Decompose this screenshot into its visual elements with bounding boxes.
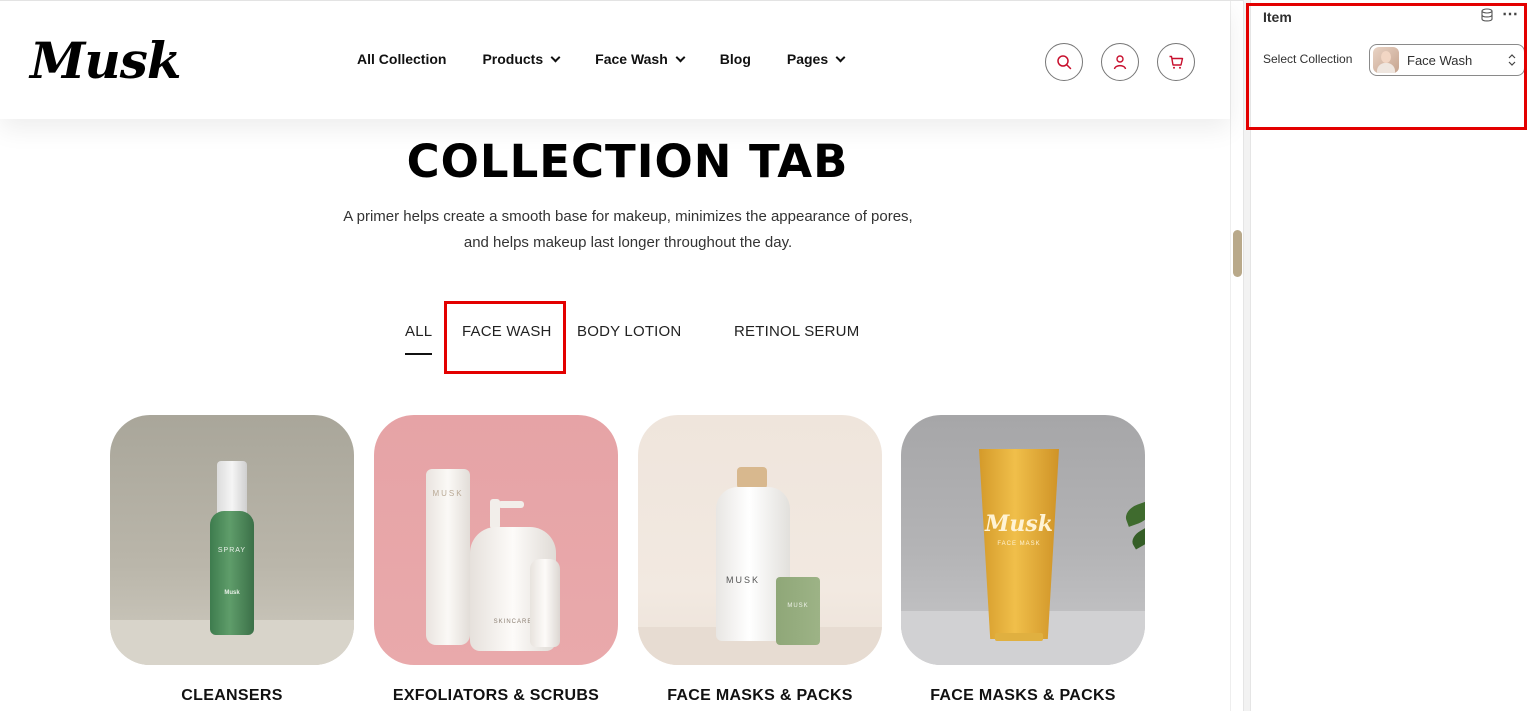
account-button[interactable]	[1101, 43, 1139, 81]
product-label: SPRAY	[217, 547, 247, 554]
nav-label: Products	[482, 51, 544, 67]
nav-item-face-wash[interactable]: Face Wash	[595, 51, 686, 67]
site-logo[interactable]: Musk	[30, 31, 181, 91]
database-icon[interactable]	[1480, 8, 1494, 22]
collection-title[interactable]: FACE MASKS & PACKS	[618, 687, 902, 705]
tab-all[interactable]: ALL	[405, 323, 433, 355]
main-nav: All Collection Products Face Wash Blog P…	[357, 51, 880, 67]
chevron-down-icon	[835, 52, 846, 62]
collection-card[interactable]: MUSK MUSK FACE MASKS & PACKS	[638, 415, 882, 704]
product-brand: MUSK	[787, 603, 809, 609]
collection-image: MUSK SKINCARE	[374, 415, 618, 665]
site-header: Musk All Collection Products Face Wash B…	[0, 1, 1230, 119]
tab-retinol-serum[interactable]: RETINOL SERUM	[734, 323, 859, 340]
search-button[interactable]	[1045, 43, 1083, 81]
nav-label: Blog	[719, 51, 751, 67]
select-arrows-icon	[1508, 54, 1516, 66]
select-collection-label: Select Collection	[1263, 52, 1353, 66]
nav-label: Pages	[786, 51, 829, 67]
panel-title: Item	[1263, 9, 1292, 25]
product-brand: FACE MASK	[997, 541, 1041, 547]
nav-item-pages[interactable]: Pages	[786, 51, 846, 67]
nav-item-blog[interactable]: Blog	[720, 51, 751, 67]
collection-image: MUSK MUSK	[638, 415, 882, 665]
search-icon	[1057, 55, 1072, 70]
nav-item-all-collection[interactable]: All Collection	[357, 51, 446, 67]
storefront-preview: Musk All Collection Products Face Wash B…	[0, 0, 1243, 711]
chevron-down-icon	[550, 52, 561, 62]
nav-item-products[interactable]: Products	[482, 51, 561, 67]
product-label: Musk	[985, 511, 1053, 537]
nav-label: All Collection	[357, 51, 447, 67]
product-brand: Musk	[224, 590, 240, 596]
product-label: MUSK	[432, 489, 464, 498]
collection-image: Musk FACE MASK	[901, 415, 1145, 665]
panel-divider[interactable]	[1243, 0, 1251, 711]
collection-card[interactable]: Musk FACE MASK FACE MASKS & PACKS	[901, 415, 1145, 704]
preview-scrollbar[interactable]	[1230, 1, 1243, 711]
collection-select[interactable]: Face Wash	[1369, 44, 1525, 76]
nav-label: Face Wash	[595, 51, 668, 67]
collection-card[interactable]: SPRAY Musk CLEANSERS	[110, 415, 354, 704]
cart-icon	[1169, 55, 1184, 69]
cart-button[interactable]	[1157, 43, 1195, 81]
collection-title[interactable]: EXFOLIATORS & SCRUBS	[354, 687, 638, 705]
account-icon	[1113, 55, 1127, 70]
collection-image: SPRAY Musk	[110, 415, 354, 665]
page-description: A primer helps create a smooth base for …	[343, 208, 913, 251]
collection-thumbnail	[1373, 47, 1399, 73]
tab-body-lotion[interactable]: BODY LOTION	[577, 323, 681, 340]
product-label: MUSK	[725, 575, 760, 585]
collection-card[interactable]: MUSK SKINCARE EXFOLIATORS & SCRUBS	[374, 415, 618, 704]
tab-face-wash[interactable]: FACE WASH	[462, 323, 552, 340]
preview-scrollbar-thumb[interactable]	[1233, 230, 1242, 277]
collection-title[interactable]: CLEANSERS	[90, 687, 374, 705]
collection-title[interactable]: FACE MASKS & PACKS	[881, 687, 1165, 705]
collection-select-value: Face Wash	[1407, 52, 1473, 68]
collection-tabs: ALL FACE WASH BODY LOTION RETINOL SERUM	[0, 323, 1243, 363]
chevron-down-icon	[675, 52, 686, 62]
page-title: COLLECTION TAB	[406, 135, 849, 188]
more-options-icon[interactable]: ⋯	[1502, 4, 1518, 24]
settings-panel: Item ⋯ Select Collection Face Wash	[1251, 0, 1527, 711]
